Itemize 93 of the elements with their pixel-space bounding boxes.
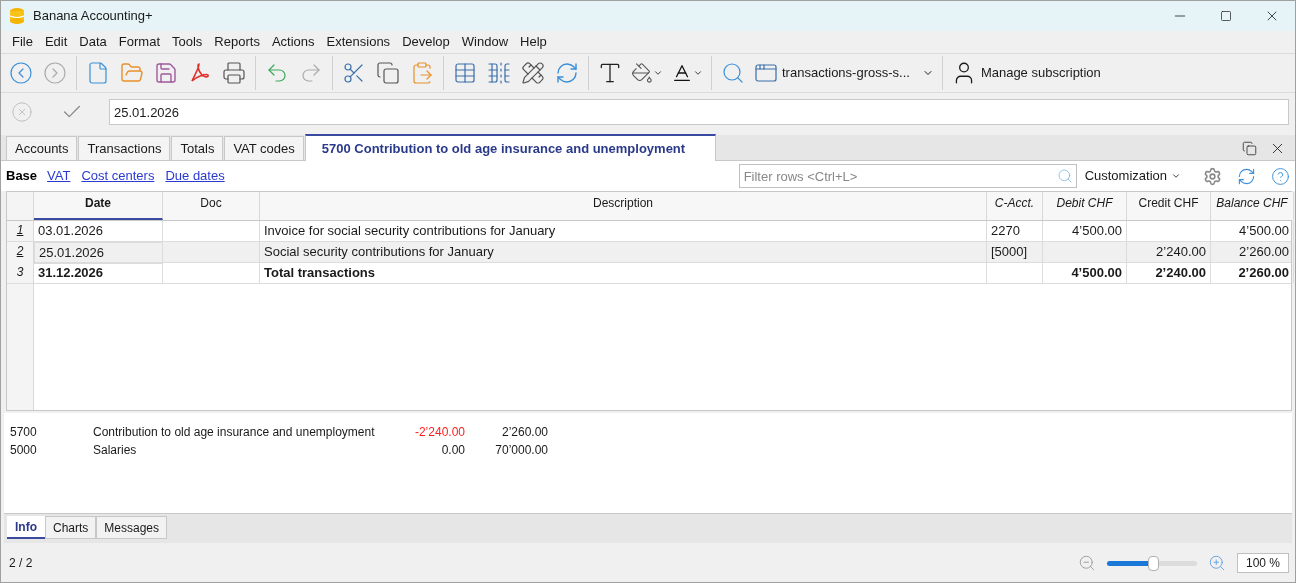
record-count: 2 / 2 [9,554,33,572]
menu-item[interactable]: Develop [402,32,450,52]
table-cell-text: 31.12.2026 [37,264,105,282]
caret-icon[interactable] [653,68,663,78]
column-header[interactable]: Balance CHF [1211,192,1294,220]
app-logo-icon [9,7,25,25]
view-link[interactable]: Due dates [165,166,225,186]
subscription-button[interactable]: Manage subscription [980,63,1101,83]
row-number: 3 [7,263,34,283]
menu-item[interactable]: Reports [214,32,260,52]
menu-item[interactable]: Edit [44,32,68,52]
account-number: 5700 [10,424,38,441]
menu-item[interactable]: File [12,32,33,52]
table-cell-text: Social security contributions for January [263,243,495,261]
customization-dropdown[interactable]: Customization [1084,166,1167,186]
table-cell-text: Invoice for social security contributions for January [263,222,557,240]
refresh-icon[interactable] [555,61,579,85]
tab[interactable]: Accounts [6,136,78,160]
menu-item[interactable]: Data [79,32,107,52]
view-link[interactable]: Cost centers [81,166,155,186]
new-file-icon[interactable] [86,61,110,85]
menu-item[interactable]: Format [118,32,160,52]
paste-icon[interactable] [410,61,434,85]
cell-edit-field[interactable]: 25.01.2026 [109,99,1289,125]
zoom-out-icon[interactable] [1078,553,1096,572]
copy-icon[interactable] [376,61,400,85]
restore-icon[interactable] [1241,140,1257,156]
table-cell-text: 4’500.00 [1238,222,1290,240]
menu-item[interactable]: Actions [271,32,315,52]
ruler-pencil-icon[interactable] [521,61,545,85]
text-color-icon[interactable] [671,62,693,84]
column-header[interactable]: Credit CHF [1127,192,1211,220]
account-amount: 0.00 [440,442,465,459]
menu-item[interactable]: Help [520,32,547,52]
column-header[interactable]: Description [260,192,987,220]
table-cell-text: [5000] [990,243,1029,261]
table-cell-text: 4’500.00 [1070,264,1123,282]
table-cell-text: 25.01.2026 [38,244,106,262]
filter-field[interactable]: Filter rows <Ctrl+L> [738,164,1077,188]
view-link[interactable]: Base [6,166,38,186]
caret-icon[interactable] [1171,171,1181,181]
forward-icon[interactable] [43,61,67,85]
fill-color-icon[interactable] [631,62,653,84]
tab[interactable]: Totals [171,136,224,160]
account-amount: -2’240.00 [413,424,465,441]
printer-icon[interactable] [222,61,246,85]
back-icon[interactable] [9,61,33,85]
column-header[interactable]: Date [34,192,163,220]
table-cell-text: 2’240.00 [1155,243,1207,261]
table-cell-text: 2’260.00 [1238,243,1290,261]
column-header[interactable]: Doc [163,192,260,220]
table-cell-text: 2270 [990,222,1021,240]
tab[interactable]: VAT codes [224,136,304,160]
window-icon[interactable] [754,61,778,85]
pdf-icon[interactable] [188,61,212,85]
tab[interactable]: 5700 Contribution to old age insurance and unemployment [304,134,717,161]
menu-item[interactable]: Extensions [326,32,391,52]
view-link[interactable]: VAT [47,166,71,186]
zoom-in-icon[interactable] [1208,553,1226,572]
menu-item[interactable]: Tools [172,32,203,52]
account-description: Contribution to old age insurance and unemployment [93,424,376,441]
tab[interactable]: Info [7,516,45,539]
table-cell-text: 4’500.00 [1071,222,1123,240]
column-header[interactable]: Debit CHF [1043,192,1127,220]
table-cell-text: 03.01.2026 [37,222,105,240]
tab[interactable]: Messages [96,516,168,539]
caret-icon[interactable] [693,68,703,78]
account-description: Salaries [93,442,138,459]
help-icon[interactable] [1270,166,1290,186]
settings-icon[interactable] [1202,166,1222,186]
account-balance: 2’260.00 [500,424,548,441]
tab[interactable]: Transactions [78,136,171,160]
menu-item[interactable]: Window [461,32,509,52]
table-cell-text: 2’260.00 [1237,264,1290,282]
tab[interactable]: Charts [45,516,97,539]
row-number: 1 [7,221,34,241]
zoom-field[interactable]: 100 % [1237,552,1289,573]
window-title: Banana Accounting+ [33,7,153,26]
account-balance: 70’000.00 [494,442,548,459]
folder-icon[interactable] [120,61,144,85]
maximize-icon[interactable] [1220,10,1232,22]
table-icon[interactable] [453,61,477,85]
table-columns-icon[interactable] [487,61,511,85]
search-icon[interactable] [721,61,745,85]
row-number: 2 [7,242,34,264]
refresh-icon[interactable] [1236,166,1256,186]
column-header[interactable]: C-Acct. [987,192,1043,220]
search-icon[interactable] [1056,168,1073,184]
table-cell-text: Total transactions [263,264,376,282]
table-cell-text: 2’240.00 [1154,264,1207,282]
account-number: 5000 [10,442,38,459]
layout-dropdown[interactable]: transactions-gross-s... [782,63,910,83]
save-icon[interactable] [154,61,178,85]
